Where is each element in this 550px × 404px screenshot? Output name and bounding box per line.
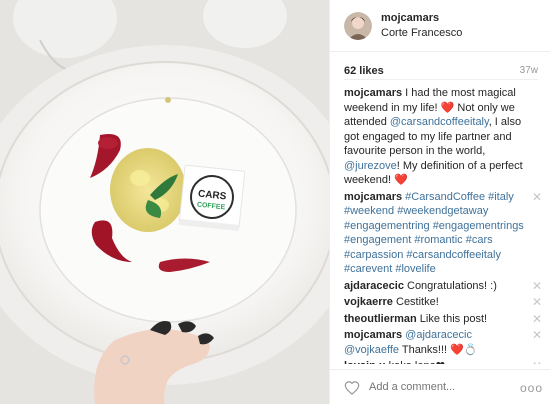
comment-author[interactable]: theoutlierman (344, 313, 417, 325)
close-icon[interactable]: ✕ (532, 190, 542, 204)
header-text: mojcamars Corte Francesco (381, 11, 462, 41)
comment-item: mojcamars @ajdaracecic @vojkaeffe Thanks… (344, 328, 544, 357)
close-icon[interactable]: ✕ (532, 359, 542, 364)
post-header: mojcamars Corte Francesco (330, 0, 550, 52)
comment-link[interactable]: #engagement (344, 234, 411, 246)
comment-author[interactable]: mojcamars (344, 329, 402, 341)
add-comment-input[interactable] (369, 381, 519, 393)
comment-link[interactable]: #carsandcoffeeitaly (406, 249, 501, 261)
comment-link[interactable]: #italy (488, 191, 514, 203)
comment-text: kako lepo❤ (389, 360, 445, 364)
close-icon[interactable]: ✕ (532, 312, 542, 326)
post-photo[interactable]: CARS COFFEE (0, 0, 329, 404)
close-icon[interactable]: ✕ (532, 295, 542, 309)
post-location[interactable]: Corte Francesco (381, 26, 462, 41)
comment-text: Thanks!!! (399, 343, 451, 356)
comment-item: theoutlierman Like this post! ✕ (344, 312, 544, 327)
comment-author[interactable]: mojcamars (344, 191, 402, 203)
comment-link[interactable]: @carsandcoffeeitaly (390, 116, 489, 128)
comment-link[interactable]: @jurezove (344, 160, 397, 172)
comment-link[interactable]: #lovelife (395, 263, 435, 275)
comment-link[interactable]: @vojkaeffe (344, 344, 399, 356)
comment-text: Congratulations! :) (407, 279, 497, 292)
comment-link[interactable]: #carpassion (344, 249, 403, 261)
comment-link[interactable]: @ajdaracecic (405, 329, 472, 341)
comment-item: mojcamars I had the most magical weekend… (344, 86, 544, 188)
comment-link[interactable]: #weekend (344, 205, 394, 217)
comment-author[interactable]: ajdaracecic (344, 280, 404, 292)
likes-count[interactable]: 62 likes (344, 65, 384, 77)
close-icon[interactable]: ✕ (532, 279, 542, 293)
comment-footer: ooo (330, 369, 550, 404)
comment-link[interactable]: #engagementrings (433, 220, 524, 232)
comment-item: lovsin.u kako lepo❤ ✕ (344, 359, 544, 364)
comment-author[interactable]: vojkaerre (344, 296, 393, 308)
close-icon[interactable]: ✕ (532, 328, 542, 342)
comments-list: mojcamars I had the most magical weekend… (344, 86, 544, 364)
comment-item: ajdaracecic Congratulations! :) ✕ (344, 279, 544, 294)
heart-emoji: ❤️ (450, 343, 464, 356)
comment-text: Like this post! (419, 312, 488, 325)
comment-item: mojcamars #CarsandCoffee #italy #weekend… (344, 190, 544, 277)
heart-outline-icon[interactable] (344, 380, 360, 395)
heart-emoji: ❤️ (440, 101, 455, 114)
comment-text: Cestitke! (396, 296, 439, 308)
heart-emoji: ❤️ (394, 174, 408, 186)
instagram-post-modal: CARS COFFEE mojcamars Corte Francesco 62… (0, 0, 550, 404)
comment-item: vojkaerre Cestitke! ✕ (344, 295, 544, 310)
comment-link[interactable]: #weekendgetaway (397, 205, 488, 217)
avatar[interactable] (344, 11, 372, 40)
post-stats: 62 likes 37w (344, 62, 538, 80)
comment-author[interactable]: mojcamars (344, 87, 402, 99)
comment-link[interactable]: #romantic (414, 234, 462, 246)
photo-illustration: CARS COFFEE (0, 0, 329, 404)
post-side-panel: mojcamars Corte Francesco 62 likes 37w m… (329, 0, 550, 404)
comment-link[interactable]: #CarsandCoffee (405, 191, 485, 203)
comment-author[interactable]: lovsin.u (344, 360, 386, 364)
comment-link[interactable]: #carevent (344, 263, 392, 275)
header-username[interactable]: mojcamars (381, 11, 462, 26)
comment-link[interactable]: #engagementring (344, 220, 430, 232)
comment-link[interactable]: #cars (466, 234, 493, 246)
post-timestamp[interactable]: 37w (520, 65, 538, 76)
comment-text: 💍 (463, 343, 478, 356)
more-options-icon[interactable]: ooo (520, 381, 543, 395)
